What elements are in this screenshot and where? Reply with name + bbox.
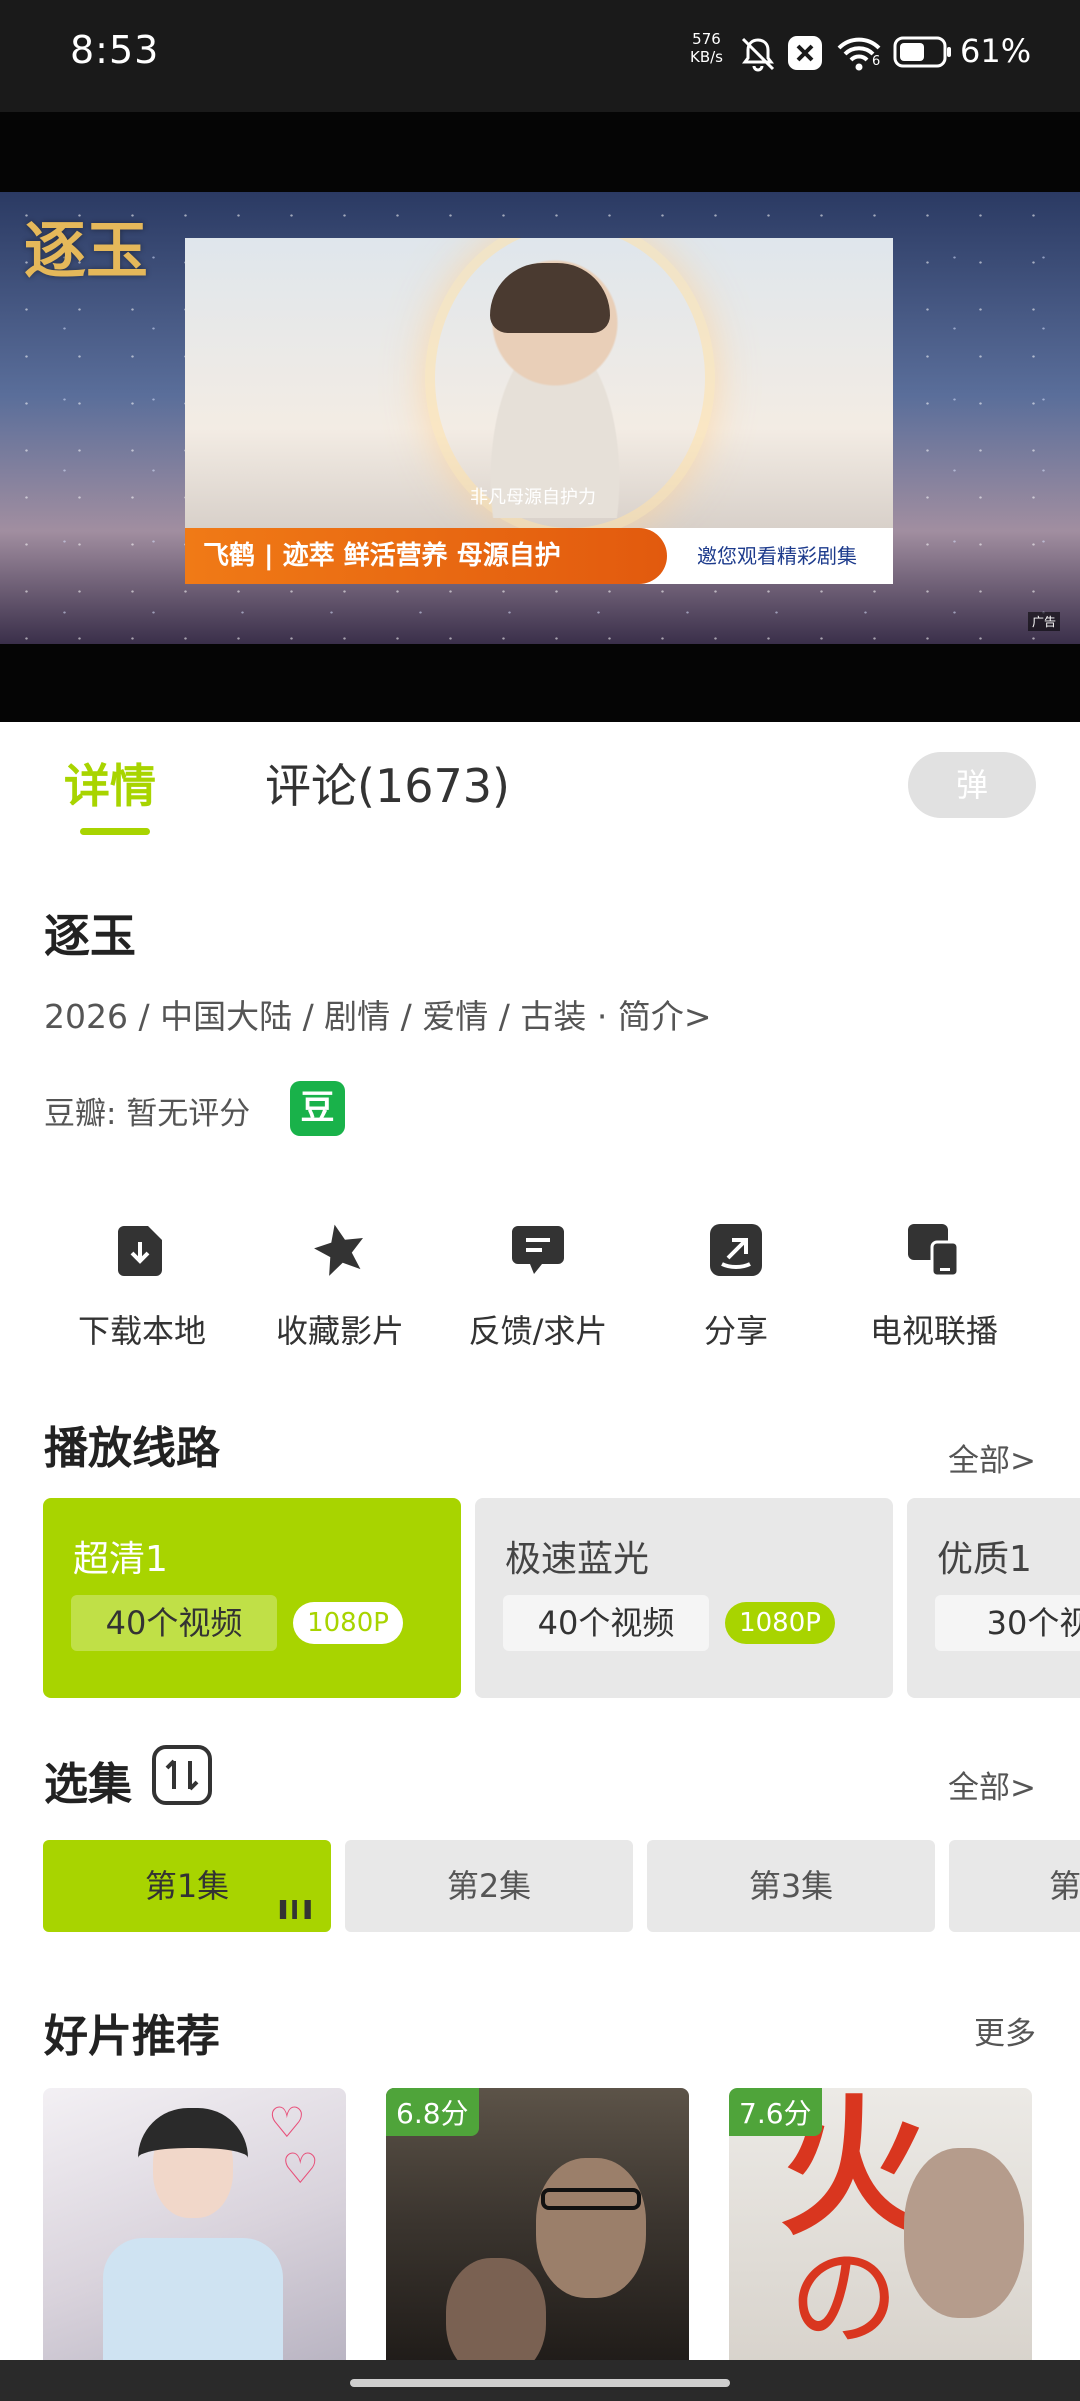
episodes-all-link[interactable]: 全部> bbox=[948, 1762, 1036, 1807]
home-gesture-handle[interactable] bbox=[350, 2379, 730, 2387]
share-label: 分享 bbox=[703, 1312, 768, 1350]
ad-brand-slogan: 飞鹤 | 迹萃 鲜活营养 母源自护 bbox=[185, 528, 667, 584]
feedback-icon bbox=[512, 1226, 564, 1274]
ad-panel[interactable]: 非凡母源自护力 飞鹤 | 迹萃 鲜活营养 母源自护 邀您观看精彩剧集 bbox=[185, 238, 893, 584]
battery-percent: 61% bbox=[960, 32, 1032, 70]
episode-label: 第2集 bbox=[446, 1867, 532, 1905]
network-speed: 576 KB/s bbox=[690, 30, 723, 66]
ad-tagline: 非凡母源自护力 bbox=[470, 487, 596, 508]
route-name: 超清1 bbox=[73, 1539, 168, 1580]
poster-no-glyph: の bbox=[789, 2234, 899, 2362]
score-badge: 6.8分 bbox=[386, 2088, 479, 2136]
download-button[interactable]: 下载本地 bbox=[42, 1220, 242, 1352]
route-video-count: 30个视频 bbox=[935, 1595, 1080, 1651]
episode-label: 第3集 bbox=[748, 1867, 834, 1905]
close-box-icon bbox=[788, 36, 822, 70]
poster-face bbox=[446, 2258, 546, 2363]
tv-cast-label: 电视联播 bbox=[869, 1312, 998, 1350]
route-resolution-badge: 1080P bbox=[725, 1602, 835, 1644]
route-card[interactable]: 优质1 30个视频 bbox=[907, 1498, 1080, 1698]
share-icon bbox=[710, 1224, 762, 1276]
show-title: 逐玉 bbox=[44, 909, 136, 963]
heart-icons: ♡ ♡ bbox=[268, 2098, 320, 2193]
route-name: 优质1 bbox=[937, 1539, 1032, 1580]
episode-label: 第4集 bbox=[1049, 1867, 1080, 1905]
net-speed-value: 576 bbox=[692, 30, 721, 48]
danmaku-toggle-button[interactable]: 弹 bbox=[908, 752, 1036, 818]
douban-rating: 豆瓣: 暂无评分 bbox=[44, 1096, 251, 1132]
poster-glasses bbox=[541, 2188, 641, 2210]
feedback-label: 反馈/求片 bbox=[468, 1312, 608, 1350]
download-file-icon bbox=[118, 1226, 162, 1276]
route-card[interactable]: 极速蓝光 40个视频 1080P bbox=[475, 1498, 893, 1698]
recommend-card[interactable]: 火 の 7.6分 bbox=[729, 2088, 1032, 2363]
playing-bars-icon: ▌▍▌ bbox=[280, 1900, 317, 1919]
star-icon bbox=[314, 1224, 363, 1276]
favorite-label: 收藏影片 bbox=[275, 1312, 404, 1350]
poster-figure bbox=[103, 2238, 283, 2363]
wifi-badge: 6 bbox=[872, 54, 881, 69]
show-meta[interactable]: 2026 / 中国大陆 / 剧情 / 爱情 / 古装 · 简介> bbox=[44, 990, 712, 1038]
ad-banner[interactable]: 逐玉 非凡母源自护力 飞鹤 | 迹萃 鲜活营养 母源自护 邀您观看精彩剧集 广告 bbox=[0, 192, 1080, 644]
download-label: 下载本地 bbox=[77, 1312, 206, 1350]
sort-order-icon[interactable] bbox=[152, 1745, 212, 1805]
tab-detail[interactable]: 详情 bbox=[64, 750, 156, 816]
route-card[interactable]: 超清1 40个视频 1080P bbox=[43, 1498, 461, 1698]
active-tab-indicator bbox=[80, 828, 150, 835]
episode-item[interactable]: 第1集 ▌▍▌ bbox=[43, 1840, 331, 1932]
recommend-card[interactable]: 6.8分 bbox=[386, 2088, 689, 2363]
tv-cast-button[interactable]: 电视联播 bbox=[834, 1220, 1034, 1352]
status-bar: 8:53 576 KB/s 6 61% bbox=[0, 0, 1080, 112]
poster-face bbox=[536, 2158, 646, 2298]
favorite-button[interactable]: 收藏影片 bbox=[240, 1220, 440, 1352]
episode-item[interactable]: 第3集 bbox=[647, 1840, 935, 1932]
bell-off-icon bbox=[741, 37, 775, 72]
episodes-title: 选集 bbox=[44, 1759, 132, 1810]
episode-item[interactable]: 第2集 bbox=[345, 1840, 633, 1932]
battery-icon bbox=[893, 36, 951, 68]
ad-label: 广告 bbox=[1028, 612, 1061, 631]
tab-comments[interactable]: 评论(1673) bbox=[265, 750, 510, 816]
drama-logo: 逐玉 bbox=[24, 214, 149, 287]
recommend-title: 好片推荐 bbox=[44, 2011, 220, 2062]
status-time: 8:53 bbox=[70, 28, 160, 72]
share-button[interactable]: 分享 bbox=[636, 1220, 836, 1352]
routes-all-link[interactable]: 全部> bbox=[948, 1435, 1036, 1480]
recommend-more-link[interactable]: 更多 bbox=[974, 2008, 1036, 2053]
episode-item[interactable]: 第4集 bbox=[949, 1840, 1080, 1932]
recommend-card[interactable]: ♡ ♡ bbox=[43, 2088, 346, 2363]
route-video-count: 40个视频 bbox=[71, 1595, 277, 1651]
feedback-button[interactable]: 反馈/求片 bbox=[438, 1220, 638, 1352]
net-speed-unit: KB/s bbox=[690, 48, 723, 66]
route-name: 极速蓝光 bbox=[505, 1539, 650, 1580]
route-resolution-badge: 1080P bbox=[293, 1602, 403, 1644]
douban-icon[interactable]: 豆 bbox=[290, 1081, 345, 1136]
score-badge: 7.6分 bbox=[729, 2088, 822, 2136]
ad-invite: 邀您观看精彩剧集 bbox=[697, 544, 857, 568]
episode-label: 第1集 bbox=[144, 1867, 230, 1905]
poster-face bbox=[904, 2148, 1024, 2318]
route-video-count: 40个视频 bbox=[503, 1595, 709, 1651]
cast-devices-icon bbox=[908, 1224, 960, 1278]
routes-title: 播放线路 bbox=[44, 1423, 220, 1474]
